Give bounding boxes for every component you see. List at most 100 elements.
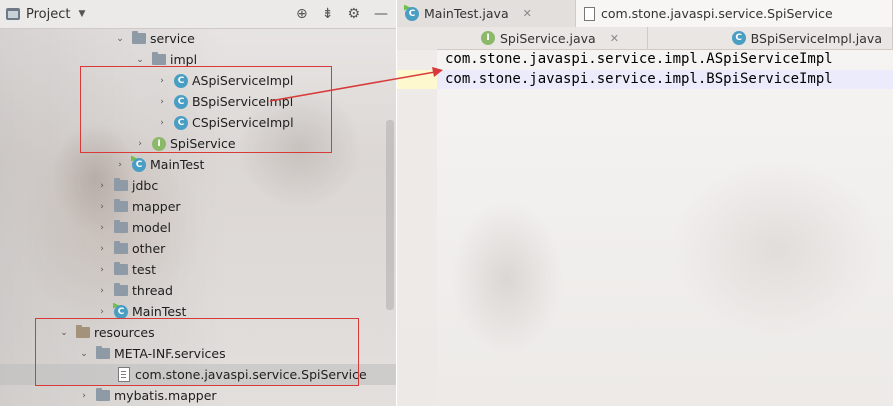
tree-item-label: mybatis.mapper bbox=[114, 388, 217, 403]
tab-label: BSpiServiceImpl.java bbox=[750, 30, 882, 46]
gear-icon[interactable]: ⚙ bbox=[347, 6, 360, 22]
locate-icon[interactable]: ⊕ bbox=[296, 6, 308, 22]
chevron-down-icon[interactable]: ⌄ bbox=[134, 55, 146, 65]
vertical-scrollbar[interactable] bbox=[386, 120, 394, 310]
tree-item-label: META-INF.services bbox=[114, 346, 226, 361]
tree-item-label: com.stone.javaspi.service.SpiService bbox=[135, 367, 367, 382]
project-title[interactable]: Project bbox=[26, 7, 70, 22]
folder-icon bbox=[96, 388, 110, 401]
tree-item-other[interactable]: › other bbox=[0, 238, 396, 259]
tree-item-label: MainTest bbox=[150, 157, 205, 172]
tree-item-cspiserviceimpl[interactable]: › C CSpiServiceImpl bbox=[0, 112, 396, 133]
chevron-right-icon[interactable]: › bbox=[134, 139, 146, 149]
tree-item-resources[interactable]: ⌄ resources bbox=[0, 322, 396, 343]
editor-tabs-row1: C MainTest.java ✕ com.stone.javaspi.serv… bbox=[397, 0, 893, 28]
tree-item-label: test bbox=[132, 262, 157, 277]
tree-item-impl[interactable]: ⌄ impl bbox=[0, 49, 396, 70]
tree-item-label: service bbox=[150, 31, 195, 46]
tab-spiservice-file[interactable]: com.stone.javaspi.service.SpiService bbox=[576, 0, 893, 27]
tree-item-label: resources bbox=[94, 325, 155, 340]
close-icon[interactable]: ✕ bbox=[610, 32, 619, 45]
tree-item-jdbc[interactable]: › jdbc bbox=[0, 175, 396, 196]
chevron-down-icon[interactable]: ⌄ bbox=[114, 34, 126, 44]
chevron-right-icon[interactable]: › bbox=[96, 265, 108, 275]
tree-item-model[interactable]: › model bbox=[0, 217, 396, 238]
tree-item-label: model bbox=[132, 220, 171, 235]
class-icon: C bbox=[174, 115, 188, 130]
chevron-right-icon[interactable]: › bbox=[156, 118, 168, 128]
main-class-icon: C bbox=[114, 304, 128, 319]
line-gutter bbox=[397, 49, 437, 406]
chevron-right-icon[interactable]: › bbox=[96, 286, 108, 296]
tree-item-aspiserviceimpl[interactable]: › C ASpiServiceImpl bbox=[0, 70, 396, 91]
code-line-1[interactable]: com.stone.javaspi.service.impl.ASpiServi… bbox=[445, 51, 833, 67]
folder-icon bbox=[152, 52, 166, 65]
chevron-right-icon[interactable]: › bbox=[114, 160, 126, 170]
chevron-down-icon[interactable]: ⌄ bbox=[78, 349, 90, 359]
editor-background-image bbox=[397, 48, 893, 406]
project-toolbar: Project ▼ ⊕ ⇟ ⚙ — bbox=[0, 0, 396, 29]
folder-icon bbox=[132, 31, 146, 44]
chevron-right-icon[interactable]: › bbox=[156, 76, 168, 86]
tree-item-spiservice[interactable]: › I SpiService bbox=[0, 133, 396, 154]
folder-icon bbox=[114, 199, 128, 212]
folder-icon bbox=[114, 241, 128, 254]
chevron-down-icon[interactable]: ▼ bbox=[78, 9, 85, 19]
folder-icon bbox=[114, 262, 128, 275]
tree-item-meta-inf-services[interactable]: ⌄ META-INF.services bbox=[0, 343, 396, 364]
tree-item-maintest-root[interactable]: › C MainTest bbox=[0, 301, 396, 322]
text-file-icon bbox=[118, 367, 130, 382]
text-file-icon bbox=[584, 6, 595, 21]
folder-icon bbox=[114, 178, 128, 191]
tab-label: SpiService.java bbox=[500, 30, 596, 46]
close-icon[interactable]: ✕ bbox=[523, 7, 532, 20]
tree-item-mybatis-mapper[interactable]: › mybatis.mapper bbox=[0, 385, 396, 406]
class-icon: C bbox=[174, 94, 188, 109]
chevron-right-icon[interactable]: › bbox=[78, 391, 90, 401]
minimize-icon[interactable]: — bbox=[374, 6, 388, 22]
tree-item-bspiserviceimpl[interactable]: › C BSpiServiceImpl bbox=[0, 91, 396, 112]
project-icon bbox=[6, 8, 20, 20]
tree-item-label: SpiService bbox=[170, 136, 236, 151]
tab-bspiserviceimpl-java[interactable]: C BSpiServiceImpl.java bbox=[648, 27, 893, 49]
tree-item-label: thread bbox=[132, 283, 173, 298]
tree-item-label: mapper bbox=[132, 199, 181, 214]
tree-item-label: other bbox=[132, 241, 166, 256]
tree-item-service[interactable]: ⌄ service bbox=[0, 28, 396, 49]
chevron-right-icon[interactable]: › bbox=[96, 202, 108, 212]
tree-item-mapper[interactable]: › mapper bbox=[0, 196, 396, 217]
resources-folder-icon bbox=[76, 325, 90, 338]
tree-item-thread[interactable]: › thread bbox=[0, 280, 396, 301]
collapse-all-icon[interactable]: ⇟ bbox=[322, 6, 334, 22]
interface-icon: I bbox=[152, 136, 166, 151]
tab-maintest[interactable]: C MainTest.java ✕ bbox=[397, 0, 576, 27]
chevron-down-icon[interactable]: ⌄ bbox=[58, 328, 70, 338]
main-class-icon: C bbox=[405, 6, 419, 21]
tree-item-spi-file[interactable]: com.stone.javaspi.service.SpiService bbox=[0, 364, 396, 385]
folder-icon bbox=[114, 220, 128, 233]
editor-tabs-row2: I SpiService.java ✕ C BSpiServiceImpl.ja… bbox=[397, 27, 893, 50]
tree-item-maintest[interactable]: › C MainTest bbox=[0, 154, 396, 175]
tree-item-label: impl bbox=[170, 52, 198, 67]
tab-label: com.stone.javaspi.service.SpiService bbox=[601, 6, 833, 21]
tree-item-label: ASpiServiceImpl bbox=[192, 73, 294, 88]
chevron-right-icon[interactable]: › bbox=[96, 244, 108, 254]
folder-icon bbox=[96, 346, 110, 359]
chevron-right-icon[interactable]: › bbox=[96, 223, 108, 233]
code-line-2[interactable]: com.stone.javaspi.service.impl.BSpiServi… bbox=[445, 71, 833, 87]
tree-item-test[interactable]: › test bbox=[0, 259, 396, 280]
chevron-right-icon[interactable]: › bbox=[96, 181, 108, 191]
main-class-icon: C bbox=[132, 157, 146, 172]
tree-item-label: BSpiServiceImpl bbox=[192, 94, 294, 109]
chevron-right-icon[interactable]: › bbox=[156, 97, 168, 107]
chevron-right-icon[interactable]: › bbox=[96, 307, 108, 317]
tab-spiservice-java[interactable]: I SpiService.java ✕ bbox=[397, 27, 648, 49]
editor-panel: C MainTest.java ✕ com.stone.javaspi.serv… bbox=[397, 0, 893, 406]
project-panel: Project ▼ ⊕ ⇟ ⚙ — ⌄ service ⌄ impl › C A… bbox=[0, 0, 396, 406]
class-icon: C bbox=[174, 73, 188, 88]
tree-item-label: CSpiServiceImpl bbox=[192, 115, 294, 130]
folder-icon bbox=[114, 283, 128, 296]
tree-item-label: MainTest bbox=[132, 304, 187, 319]
class-icon: C bbox=[731, 31, 746, 45]
interface-icon: I bbox=[481, 31, 495, 45]
